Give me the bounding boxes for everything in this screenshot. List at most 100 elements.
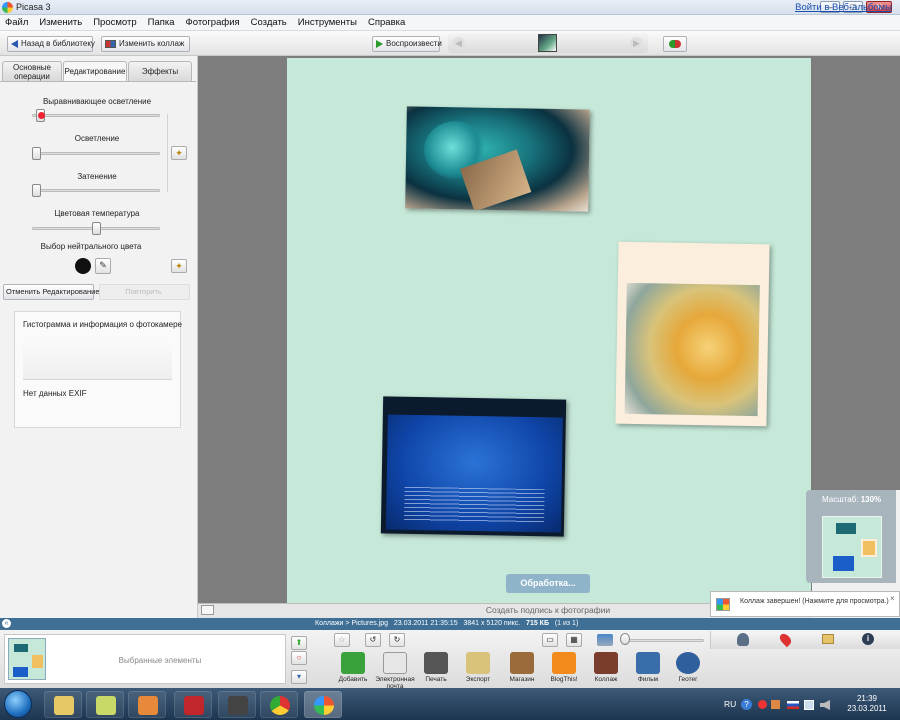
envelope-icon [383,652,407,674]
photo-size-icon [597,634,613,646]
tab-basic-fixes[interactable]: Основные операции [2,61,62,81]
hold-pin-button[interactable]: ⬆ [291,636,307,650]
shadows-track[interactable] [32,189,160,192]
zoom-preview[interactable] [822,516,882,578]
caption-toggle-icon[interactable] [201,605,214,615]
histogram-title: Гистограмма и информация о фотокамере [23,320,182,329]
view-single-button[interactable]: ▭ [542,633,558,647]
clock-date: 23.03.2011 [847,704,887,713]
previous-photo-icon[interactable]: ◀ [452,37,465,50]
taskbar-picasa[interactable] [304,691,342,718]
eyedropper-icon: ✎ [99,260,107,270]
action-geotag-label: Геотег [678,676,698,683]
menu-create[interactable]: Создать [246,15,293,30]
blogger-icon [552,652,576,674]
fill-light-track[interactable] [32,114,160,117]
language-indicator[interactable]: RU [724,699,736,709]
rotate-left-button[interactable]: ↺ [365,633,381,647]
taskbar-filezilla[interactable] [174,691,212,718]
color-temperature-slider-knob[interactable] [91,222,101,235]
tags-icon[interactable] [822,634,834,644]
thumbnail-size-knob[interactable] [620,633,630,645]
people-icon[interactable] [737,633,749,646]
exif-status: Нет данных EXIF [23,389,87,398]
edit-collage-label: Изменить коллаж [119,39,185,48]
help-tray-icon[interactable]: ? [741,699,752,710]
shadows-slider-knob[interactable] [32,184,41,197]
signin-web-albums-link[interactable]: Войти в Веб-альбомы [795,1,892,15]
thumbnail-size-slider[interactable] [620,639,704,642]
action-export[interactable]: Экспорт [454,652,502,683]
current-photo-thumbnail[interactable] [538,34,557,52]
network-icon[interactable] [804,700,814,710]
action-blogthis[interactable]: BlogThis! [540,652,588,683]
status-info: Коллажи > Pictures.jpg 23.03.2011 21:35:… [315,620,578,627]
action-upload[interactable]: Добавить [329,652,377,683]
clear-tray-button[interactable]: ○ [291,651,307,665]
slider-group-bracket [166,114,168,192]
rotate-right-button[interactable]: ↻ [389,633,405,647]
view-grid-button[interactable]: ▦ [566,633,582,647]
rotate-left-icon: ↺ [369,635,377,644]
back-to-library-button[interactable]: Назад в библиотеку [7,36,95,52]
tray-thumbnail[interactable] [8,638,46,680]
caption-input[interactable]: Создать подпись к фотографии [398,605,698,615]
tray-record-icon[interactable] [758,700,767,709]
rotate-view-button[interactable] [663,36,687,52]
eyedropper-button[interactable]: ✎ [95,258,111,274]
tray-thumb-photo-3 [13,667,28,677]
auto-color-wand-button[interactable]: ✦ [171,259,187,273]
tab-effects[interactable]: Эффекты [128,61,192,81]
picasa-icon [314,696,334,715]
status-datetime: 23.03.2011 21:35:15 [393,620,458,627]
tab-tuning[interactable]: Редактирование [63,61,127,82]
menu-help[interactable]: Справка [363,15,411,30]
action-geotag[interactable]: Геотег [664,652,712,683]
taskbar-notes[interactable] [86,691,124,718]
menu-folder[interactable]: Папка [143,15,181,30]
action-collage[interactable]: Коллаж [582,652,630,683]
edit-collage-button[interactable]: Изменить коллаж [101,36,190,52]
notification-text[interactable]: Коллаж завершен! (Нажмите для просмотра.… [740,598,889,605]
taskbar-explorer[interactable] [44,691,82,718]
action-print[interactable]: Печать [412,652,460,683]
tray-app-icon[interactable] [771,700,780,709]
start-button[interactable] [4,690,32,718]
collapse-tray-icon[interactable]: « [2,619,11,628]
zoom-value: 130% [860,495,882,504]
redo-button[interactable]: Повторить [99,284,190,300]
clear-icon: ○ [296,653,302,662]
neutral-color-label: Выбор нейтрального цвета [40,242,142,251]
taskbar-media-player[interactable] [128,691,166,718]
taskbar-chrome[interactable] [260,691,298,718]
auto-contrast-wand-button[interactable]: ✦ [171,146,187,160]
play-label: Воспроизвести [386,39,442,48]
play-slideshow-button[interactable]: Воспроизвести [372,36,442,52]
menu-tools[interactable]: Инструменты [293,15,363,30]
arrows-icon [669,40,681,48]
menu-view[interactable]: Просмотр [88,15,142,30]
undo-edit-button[interactable]: Отменить Редактирование [3,284,100,300]
zoom-label: Масштаб: 130% [822,495,881,504]
collage-photo-creature[interactable] [405,106,590,212]
info-icon[interactable]: i [862,633,874,645]
fill-light-label: Выравнивающее осветление [42,97,152,106]
notification-close-icon[interactable]: × [890,594,895,603]
collage-photo-rose-frame[interactable] [615,241,770,427]
collage-photo-blue-screen[interactable] [380,396,567,537]
star-button[interactable]: ☆ [334,633,350,647]
notes-icon [96,696,116,715]
back-to-library-label: Назад в библиотеку [21,39,95,48]
menu-file[interactable]: Файл [0,15,34,30]
taskbar-film[interactable] [218,691,256,718]
highlights-slider-knob[interactable] [32,147,41,160]
tray-menu-button[interactable]: ▾ [291,670,307,684]
globe-icon [676,652,700,674]
highlights-track[interactable] [32,152,160,155]
action-shop[interactable]: Магазин [498,652,546,683]
menu-picture[interactable]: Фотография [181,15,246,30]
menu-edit[interactable]: Изменить [34,15,88,30]
system-clock[interactable]: 21:39 23.03.2011 [838,694,896,714]
russian-flag-icon [787,701,799,709]
next-photo-icon[interactable]: ▶ [630,37,643,50]
